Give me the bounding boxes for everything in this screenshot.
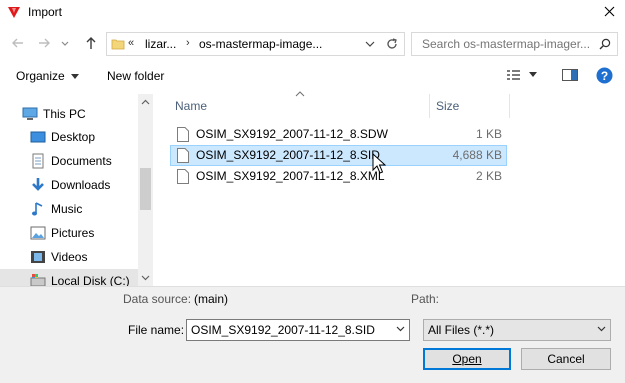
pictures-icon [30, 226, 46, 240]
sidebar-item-desktop[interactable]: Desktop [0, 125, 138, 149]
sidebar-item-label: Documents [51, 154, 112, 168]
file-name-input[interactable]: OSIM_SX9192_2007-11-12_8.SID [191, 323, 375, 337]
download-icon [32, 178, 44, 191]
sidebar-item-this-pc[interactable]: This PC [0, 102, 138, 126]
search-box[interactable] [411, 32, 618, 56]
chevron-down-icon [61, 41, 69, 46]
overflow-chevron[interactable]: « [128, 37, 134, 49]
view-options-icon[interactable] [506, 67, 524, 83]
svg-text:?: ? [601, 69, 608, 83]
file-name-field[interactable]: OSIM_SX9192_2007-11-12_8.SID [186, 319, 410, 341]
file-size: 2 KB [475, 169, 502, 183]
sidebar-item-documents[interactable]: Documents [0, 149, 138, 173]
sidebar-item-music[interactable]: Music [0, 197, 138, 221]
sort-ascending-icon [295, 91, 305, 97]
navigation-pane-scrollbar[interactable] [138, 94, 153, 286]
file-type-value: All Files (*.*) [428, 323, 495, 337]
navigation-pane: This PC Desktop Documents Downloads Musi… [0, 94, 153, 286]
breadcrumb-current-folder[interactable]: os-mastermap-image... [199, 37, 322, 51]
sidebar-item-label: Desktop [51, 130, 96, 144]
import-dialog: Import « lizar... › os-mastermap-image..… [0, 0, 625, 383]
file-icon [177, 169, 189, 184]
column-header-name[interactable]: Name [175, 99, 207, 113]
data-source-value: (main) [194, 292, 229, 306]
preview-pane-icon[interactable] [561, 67, 579, 83]
recent-locations-button[interactable] [58, 34, 72, 54]
documents-icon [32, 153, 44, 169]
search-input[interactable] [412, 33, 597, 55]
data-source-label: Data source: [123, 292, 192, 306]
navigation-bar: « lizar... › os-mastermap-image... [0, 28, 625, 60]
up-button[interactable] [81, 34, 101, 54]
file-name: OSIM_SX9192_2007-11-12_8.SID [196, 148, 380, 162]
view-dropdown-icon[interactable] [529, 72, 537, 78]
back-button[interactable] [8, 34, 28, 54]
arrow-up-icon [86, 37, 96, 49]
file-icon [177, 127, 189, 142]
file-name-label: File name: [128, 323, 185, 337]
column-divider[interactable] [509, 94, 510, 118]
file-name: OSIM_SX9192_2007-11-12_8.XML [196, 169, 385, 183]
videos-icon [31, 251, 45, 263]
file-size: 4,688 KB [452, 148, 502, 162]
file-row[interactable]: OSIM_SX9192_2007-11-12_8.XML 2 KB [170, 166, 507, 187]
refresh-icon[interactable] [383, 35, 401, 53]
sidebar-item-label: Pictures [51, 226, 95, 240]
file-size: 1 KB [475, 127, 502, 141]
forward-button[interactable] [34, 34, 54, 54]
sidebar-item-pictures[interactable]: Pictures [0, 221, 138, 245]
column-divider[interactable] [429, 94, 430, 118]
sidebar-item-videos[interactable]: Videos [0, 245, 138, 269]
title-bar: Import [0, 0, 625, 25]
open-button[interactable]: Open [423, 348, 511, 370]
computer-icon [22, 107, 38, 120]
desktop-icon [30, 131, 46, 143]
command-bar: Organize New folder ? [0, 63, 625, 91]
organize-button[interactable]: Organize [16, 69, 80, 83]
sidebar-item-local-disk[interactable]: Local Disk (C:) [0, 269, 138, 286]
folder-icon [111, 39, 125, 50]
close-button[interactable] [595, 0, 625, 25]
new-folder-button[interactable]: New folder [107, 69, 164, 83]
address-bar[interactable]: « lizar... › os-mastermap-image... [106, 32, 405, 56]
sidebar-item-label: Music [51, 202, 83, 216]
chevron-down-icon [597, 326, 606, 332]
dialog-footer: Data source: (main) Path: File name: OSI… [0, 286, 625, 383]
file-list: Name Size OSIM_SX9192_2007-11-12_8.SDW 1… [161, 91, 625, 286]
file-icon [177, 148, 189, 163]
scrollbar-thumb[interactable] [140, 168, 151, 210]
sidebar-item-label: Videos [51, 250, 88, 264]
chevron-down-icon[interactable] [396, 326, 405, 332]
scroll-up-icon[interactable] [141, 98, 150, 107]
mouse-cursor-icon [372, 153, 386, 174]
file-name: OSIM_SX9192_2007-11-12_8.SDW [196, 127, 388, 141]
search-icon [599, 38, 611, 50]
disk-icon [30, 274, 46, 286]
sidebar-item-label: Downloads [51, 178, 111, 192]
window-title: Import [28, 5, 63, 19]
help-icon[interactable]: ? [596, 67, 613, 84]
sidebar-item-label: This PC [43, 107, 86, 121]
breadcrumb-separator[interactable]: › [186, 37, 190, 49]
file-row[interactable]: OSIM_SX9192_2007-11-12_8.SDW 1 KB [170, 124, 507, 145]
file-row-selected[interactable]: OSIM_SX9192_2007-11-12_8.SID 4,688 KB [170, 145, 507, 166]
open-button-label: Open [452, 352, 482, 366]
dropdown-arrow-icon [71, 74, 80, 79]
arrow-right-icon [39, 38, 50, 48]
sidebar-item-downloads[interactable]: Downloads [0, 173, 138, 197]
cancel-button[interactable]: Cancel [521, 348, 611, 370]
breadcrumb-lizardtech[interactable]: lizar... [145, 37, 176, 51]
arrow-left-icon [12, 38, 23, 48]
file-type-select[interactable]: All Files (*.*) [423, 319, 611, 341]
sidebar-item-label: Local Disk (C:) [51, 274, 130, 286]
path-label: Path: [411, 292, 440, 306]
scroll-down-icon[interactable] [141, 273, 150, 282]
address-dropdown-icon[interactable] [363, 37, 377, 51]
app-logo-icon [8, 7, 20, 18]
organize-label: Organize [16, 69, 65, 83]
close-icon [604, 6, 615, 17]
column-header-size[interactable]: Size [436, 99, 459, 113]
music-icon [32, 202, 43, 216]
